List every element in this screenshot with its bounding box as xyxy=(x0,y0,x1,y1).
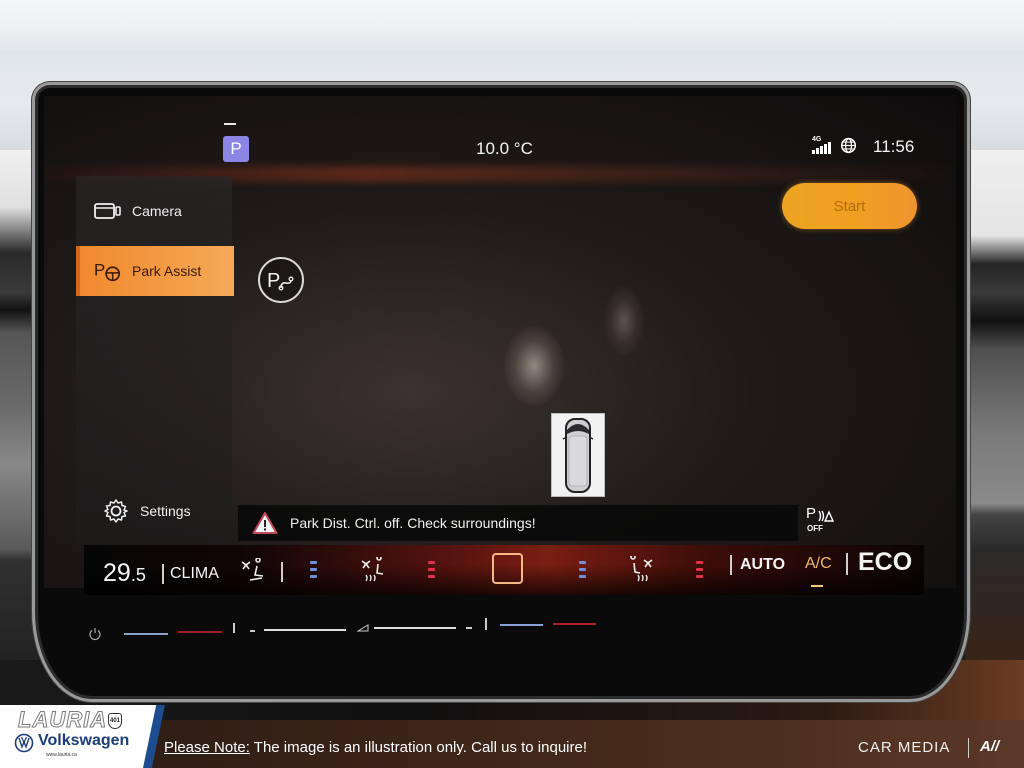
warning-banner: Park Dist. Ctrl. off. Check surroundings… xyxy=(238,505,798,541)
sidebar-item-label: Settings xyxy=(140,503,191,519)
warning-icon xyxy=(252,512,278,534)
passenger-temp-cool-slider[interactable] xyxy=(500,624,543,626)
dealer-brand: Volkswagen xyxy=(38,732,130,749)
divider xyxy=(281,562,283,582)
svg-text:P: P xyxy=(267,270,280,292)
park-route-button[interactable]: P xyxy=(258,257,304,303)
sidebar-item-camera[interactable]: Camera xyxy=(76,186,234,236)
clock: 11:56 xyxy=(873,137,915,156)
light-reflection xyxy=(604,286,644,356)
disclaimer-text: The image is an illustration only. Call … xyxy=(249,739,588,756)
credit-divider xyxy=(968,738,969,758)
highway-badge: 401 xyxy=(108,713,122,729)
park-route-icon: P xyxy=(267,270,294,292)
vw-logo-icon xyxy=(14,733,34,753)
slider-separator xyxy=(485,618,487,630)
driver-seat-ventilation-icon[interactable] xyxy=(240,558,268,584)
driver-heating-level[interactable] xyxy=(428,561,436,583)
sidebar-item-label: Park Assist xyxy=(132,263,202,279)
gear-indicator-line xyxy=(224,123,236,125)
driver-temp-warm-slider[interactable] xyxy=(178,631,222,633)
dealer-url: www.lauria.ca xyxy=(46,752,77,758)
volume-slider-right[interactable] xyxy=(374,627,456,629)
pdc-off-label: OFF xyxy=(807,524,823,533)
dealer-name: LAURIA xyxy=(17,707,108,733)
divider xyxy=(846,553,848,575)
outside-temperature: 10.0 °C xyxy=(476,139,533,158)
slider-separator xyxy=(233,623,235,633)
vehicle-top-view xyxy=(551,413,605,497)
power-icon[interactable] xyxy=(88,627,102,641)
passenger-heating-level[interactable] xyxy=(696,561,704,583)
background-dashboard-right xyxy=(965,150,1024,720)
svg-text:P: P xyxy=(94,261,105,280)
ac-button[interactable]: A/C xyxy=(805,555,832,573)
volume-slider-left[interactable] xyxy=(264,629,346,631)
photo-credit: CAR MEDIA xyxy=(858,739,951,756)
warning-message: Park Dist. Ctrl. off. Check surroundings… xyxy=(290,515,536,531)
eco-button[interactable]: ECO xyxy=(858,548,912,577)
passenger-temp-warm-slider[interactable] xyxy=(553,623,596,625)
vehicle-icon xyxy=(562,418,594,493)
driver-temp-whole: 29 xyxy=(103,559,131,587)
clima-button[interactable]: CLIMA xyxy=(170,565,219,583)
auto-button[interactable]: AUTO xyxy=(740,556,785,574)
pdc-symbol: P xyxy=(806,505,817,522)
volume-plus[interactable] xyxy=(466,627,472,629)
start-button[interactable]: Start xyxy=(782,183,917,229)
sidebar-item-park-assist[interactable]: P Park Assist xyxy=(76,246,234,296)
driver-temp-cool-slider[interactable] xyxy=(124,633,168,635)
pdc-off-indicator[interactable]: P OFF xyxy=(805,505,835,535)
divider xyxy=(730,555,732,575)
driver-temperature[interactable]: 29.5 xyxy=(103,559,146,588)
volume-icon xyxy=(357,624,369,632)
gear-badge: P xyxy=(223,136,249,162)
passenger-seat-heating-icon[interactable] xyxy=(628,556,656,584)
gear-icon xyxy=(102,499,130,523)
ac-active-indicator xyxy=(811,585,823,587)
signal-strength-icon: 4G xyxy=(812,136,834,154)
park-sensor-icon xyxy=(818,510,835,522)
passenger-cooling-level[interactable] xyxy=(579,561,587,583)
network-type: 4G xyxy=(812,136,822,143)
camera-icon xyxy=(94,200,122,222)
sidebar-item-label: Camera xyxy=(132,203,182,219)
driver-temp-decimal: .5 xyxy=(130,565,146,585)
divider xyxy=(162,564,164,584)
sidebar-item-settings[interactable]: Settings xyxy=(76,486,234,536)
disclaimer: Please Note: The image is an illustratio… xyxy=(164,739,587,756)
driver-seat-heating-icon[interactable] xyxy=(360,557,388,585)
credit-logo: A// xyxy=(980,738,1000,755)
disclaimer-lead: Please Note: xyxy=(164,739,250,756)
globe-icon[interactable] xyxy=(840,137,857,154)
home-button[interactable] xyxy=(492,553,523,584)
park-assist-icon: P xyxy=(94,260,122,282)
driver-cooling-level[interactable] xyxy=(310,561,318,583)
volume-minus[interactable] xyxy=(250,630,255,632)
light-reflection xyxy=(504,326,564,406)
